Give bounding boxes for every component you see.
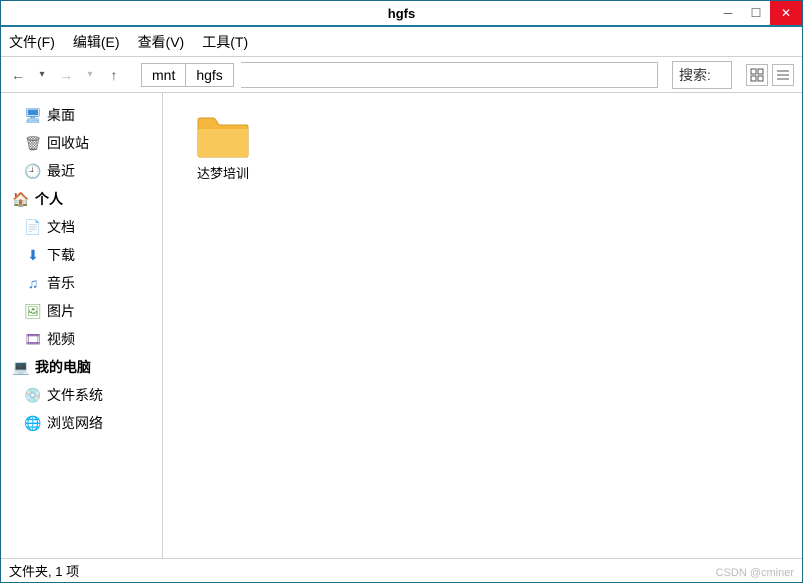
sidebar-icon: 🕘	[25, 163, 41, 179]
sidebar-label: 音乐	[47, 273, 75, 293]
crumb-0[interactable]: mnt	[141, 63, 186, 87]
titlebar: hgfs ─ ☐ ✕	[1, 1, 802, 27]
close-button[interactable]: ✕	[770, 1, 802, 25]
sidebar-label: 桌面	[47, 105, 75, 125]
minimize-button[interactable]: ─	[714, 1, 742, 25]
window-title: hgfs	[388, 6, 415, 21]
sidebar-item-8[interactable]: 🎞 视频	[1, 325, 162, 353]
sidebar-icon: 🏠	[13, 191, 29, 207]
sidebar-icon: 🌐	[25, 415, 41, 431]
sidebar-item-10[interactable]: 💿 文件系统	[1, 381, 162, 409]
sidebar-item-4[interactable]: 📄 文档	[1, 213, 162, 241]
window-controls: ─ ☐ ✕	[714, 1, 802, 25]
forward-menu[interactable]: ▾	[81, 69, 99, 80]
sidebar-label: 我的电脑	[35, 357, 91, 377]
sidebar-label: 视频	[47, 329, 75, 349]
folder-icon	[195, 113, 251, 159]
menu-edit[interactable]: 编辑(E)	[73, 32, 120, 52]
sidebar-label: 回收站	[47, 133, 89, 153]
grid-icon	[750, 68, 764, 82]
sidebar-item-11[interactable]: 🌐 浏览网络	[1, 409, 162, 437]
icon-view-button[interactable]	[746, 64, 768, 86]
breadcrumb: mnt hgfs	[141, 63, 233, 87]
watermark: CSDN @cminer	[716, 567, 794, 579]
forward-button[interactable]: →	[57, 67, 75, 83]
sidebar-item-3[interactable]: 🏠 个人	[1, 185, 162, 213]
sidebar-icon: 🎞	[25, 331, 41, 347]
file-pane[interactable]: 达梦培训	[163, 93, 802, 558]
sidebar-item-0[interactable]: 🖥 桌面	[1, 101, 162, 129]
sidebar-item-2[interactable]: 🕘 最近	[1, 157, 162, 185]
sidebar-label: 文档	[47, 217, 75, 237]
nav-buttons: ← ▾ → ▾ ↑	[9, 67, 123, 83]
sidebar-label: 图片	[47, 301, 75, 321]
menu-tools[interactable]: 工具(T)	[202, 32, 248, 52]
sidebar-icon: ♫	[25, 275, 41, 291]
menubar: 文件(F) 编辑(E) 查看(V) 工具(T)	[1, 27, 802, 57]
path-input[interactable]	[241, 62, 658, 88]
sidebar-icon: 🖥	[25, 107, 41, 123]
sidebar-icon: 💿	[25, 387, 41, 403]
crumb-1[interactable]: hgfs	[185, 63, 233, 87]
folder-label: 达梦培训	[197, 163, 249, 182]
menu-view[interactable]: 查看(V)	[138, 32, 185, 52]
navbar: ← ▾ → ▾ ↑ mnt hgfs 搜索:	[1, 57, 802, 93]
sidebar-label: 最近	[47, 161, 75, 181]
search-box[interactable]: 搜索:	[672, 61, 732, 89]
up-button[interactable]: ↑	[105, 67, 123, 83]
sidebar-item-1[interactable]: 🗑 回收站	[1, 129, 162, 157]
sidebar-label: 文件系统	[47, 385, 103, 405]
menu-file[interactable]: 文件(F)	[9, 32, 55, 52]
back-button[interactable]: ←	[9, 67, 27, 83]
maximize-button[interactable]: ☐	[742, 1, 770, 25]
sidebar-icon: 🖼	[25, 303, 41, 319]
sidebar-icon: ⬇	[25, 247, 41, 263]
sidebar-icon: 📄	[25, 219, 41, 235]
sidebar: 🖥 桌面 🗑 回收站 🕘 最近 🏠 个人 📄 文档 ⬇ 下载 ♫ 音乐 🖼 图片 🎞 视频 💻 我的电脑 💿 文件系统 🌐 浏…	[1, 93, 163, 558]
sidebar-item-7[interactable]: 🖼 图片	[1, 297, 162, 325]
sidebar-label: 浏览网络	[47, 413, 103, 433]
sidebar-label: 个人	[35, 189, 63, 209]
view-toggle	[746, 64, 794, 86]
status-text: 文件夹, 1 项	[9, 561, 79, 580]
folder-item[interactable]: 达梦培训	[183, 113, 263, 182]
sidebar-label: 下载	[47, 245, 75, 265]
statusbar: 文件夹, 1 项	[1, 558, 802, 582]
sidebar-icon: 🗑	[25, 135, 41, 151]
back-menu[interactable]: ▾	[33, 69, 51, 80]
sidebar-item-5[interactable]: ⬇ 下载	[1, 241, 162, 269]
content: 🖥 桌面 🗑 回收站 🕘 最近 🏠 个人 📄 文档 ⬇ 下载 ♫ 音乐 🖼 图片 🎞 视频 💻 我的电脑 💿 文件系统 🌐 浏…	[1, 93, 802, 558]
sidebar-item-6[interactable]: ♫ 音乐	[1, 269, 162, 297]
sidebar-icon: 💻	[13, 359, 29, 375]
sidebar-item-9[interactable]: 💻 我的电脑	[1, 353, 162, 381]
list-icon	[776, 68, 790, 82]
list-view-button[interactable]	[772, 64, 794, 86]
